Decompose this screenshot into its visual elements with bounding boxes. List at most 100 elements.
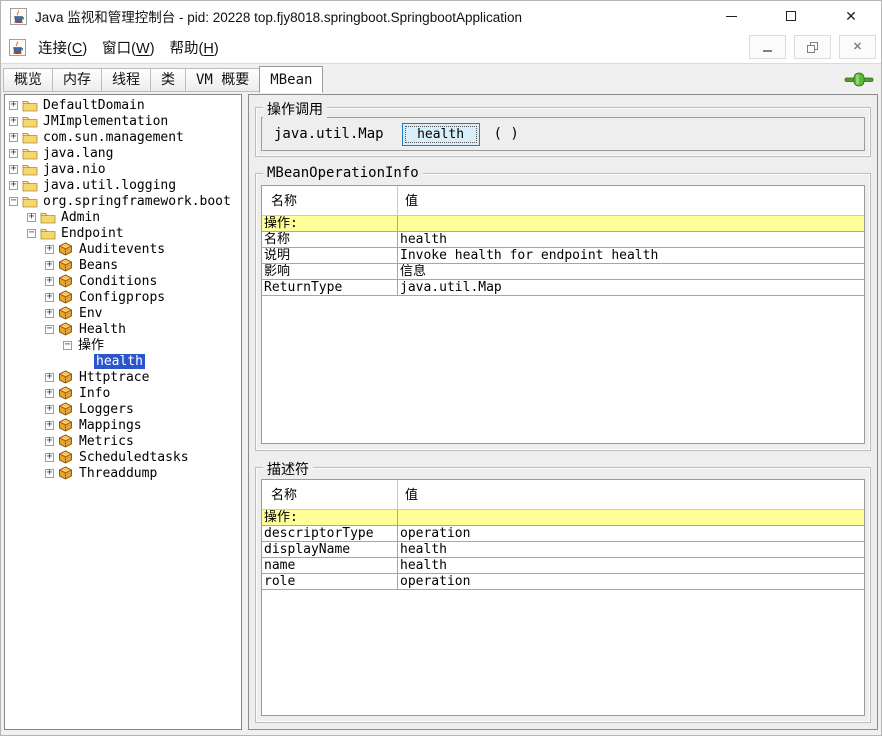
tree-node-endpoint[interactable]: −Endpoint	[5, 225, 241, 241]
tree-node-httptrace[interactable]: +Httptrace	[5, 369, 241, 385]
tree-node-mappings[interactable]: +Mappings	[5, 417, 241, 433]
tree-node-label: java.lang	[41, 146, 115, 161]
maximize-icon	[786, 11, 796, 21]
minimize-button[interactable]	[701, 1, 761, 31]
expand-icon[interactable]: +	[45, 373, 54, 382]
minimize-icon	[763, 50, 772, 52]
column-header[interactable]: 值	[398, 480, 864, 509]
tree-node-java.util.logging[interactable]: +java.util.logging	[5, 177, 241, 193]
expand-icon[interactable]: +	[45, 389, 54, 398]
table-row[interactable]: displayNamehealth	[262, 542, 864, 558]
tree-node-auditevents[interactable]: +Auditevents	[5, 241, 241, 257]
collapse-icon[interactable]: −	[45, 325, 54, 334]
table-row[interactable]: 影响信息	[262, 264, 864, 280]
mbean-icon	[58, 370, 74, 384]
collapse-icon[interactable]: −	[9, 197, 18, 206]
tree-node-metrics[interactable]: +Metrics	[5, 433, 241, 449]
tab-概览[interactable]: 概览	[3, 68, 53, 92]
tab-mbean[interactable]: MBean	[259, 66, 323, 93]
close-button[interactable]: ✕	[821, 1, 881, 31]
table-row[interactable]: namehealth	[262, 558, 864, 574]
expand-icon[interactable]: +	[9, 181, 18, 190]
expand-icon[interactable]: +	[27, 213, 36, 222]
tree-node-info[interactable]: +Info	[5, 385, 241, 401]
tab-线程[interactable]: 线程	[101, 68, 151, 92]
expand-icon[interactable]: +	[45, 469, 54, 478]
collapse-icon[interactable]: −	[63, 341, 72, 350]
table-row[interactable]: 名称health	[262, 232, 864, 248]
tree-node-org.springframework.boot[interactable]: − org.springframework.boot	[5, 193, 241, 209]
menu-item[interactable]: 连接(C)	[31, 34, 94, 61]
table-row[interactable]: ReturnTypejava.util.Map	[262, 280, 864, 296]
tree-node-label: org.springframework.boot	[41, 194, 233, 209]
expand-icon[interactable]: +	[45, 293, 54, 302]
name-cell: role	[262, 574, 398, 589]
expand-icon[interactable]: +	[45, 309, 54, 318]
value-cell: operation	[398, 526, 864, 541]
group-row[interactable]: 操作:	[262, 510, 864, 526]
expand-icon[interactable]: +	[9, 101, 18, 110]
tab-vm-概要[interactable]: VM 概要	[185, 68, 260, 92]
expand-icon[interactable]: +	[9, 165, 18, 174]
tree-node-java.lang[interactable]: + java.lang	[5, 145, 241, 161]
tree-node-loggers[interactable]: + Loggers	[5, 401, 241, 417]
table-row[interactable]: roleoperation	[262, 574, 864, 590]
mbean-icon	[58, 386, 74, 400]
tree-node-admin[interactable]: +Admin	[5, 209, 241, 225]
tree-node-java.nio[interactable]: +java.nio	[5, 161, 241, 177]
collapse-icon[interactable]: −	[27, 229, 36, 238]
expand-icon[interactable]: +	[45, 277, 54, 286]
tab-类[interactable]: 类	[150, 68, 186, 92]
tab-bar: 概览内存线程类VM 概要MBean	[1, 64, 881, 92]
tree-node-label: Loggers	[77, 402, 136, 417]
internal-minimize-button[interactable]	[749, 35, 786, 59]
tree-node-defaultdomain[interactable]: +DefaultDomain	[5, 97, 241, 113]
group-label: 操作:	[262, 510, 398, 525]
folder-icon	[22, 146, 38, 160]
folder-icon	[22, 194, 38, 208]
group-label: 操作:	[262, 216, 398, 231]
title-bar: Java 监视和管理控制台 - pid: 20228 top.fjy8018.s…	[1, 1, 881, 31]
tree-node-env[interactable]: + Env	[5, 305, 241, 321]
internal-restore-button[interactable]	[794, 35, 831, 59]
menu-item[interactable]: 帮助(H)	[163, 34, 226, 61]
mbean-icon	[58, 306, 74, 320]
menu-item[interactable]: 窗口(W)	[95, 34, 161, 61]
tree-node-conditions[interactable]: +Conditions	[5, 273, 241, 289]
name-cell: 影响	[262, 264, 398, 279]
tree-node-label: Scheduledtasks	[77, 450, 191, 465]
expand-icon[interactable]: +	[45, 421, 54, 430]
expand-icon[interactable]: +	[9, 149, 18, 158]
expand-icon[interactable]: +	[45, 453, 54, 462]
expand-icon[interactable]: +	[9, 133, 18, 142]
tree-node-health[interactable]: health	[5, 353, 241, 369]
column-header[interactable]: 名称	[262, 480, 398, 509]
tree-node-操作[interactable]: −操作	[5, 337, 241, 353]
maximize-button[interactable]	[761, 1, 821, 31]
expand-icon[interactable]: +	[45, 405, 54, 414]
tree-node-health[interactable]: −Health	[5, 321, 241, 337]
tab-内存[interactable]: 内存	[52, 68, 102, 92]
column-header[interactable]: 名称	[262, 186, 398, 215]
folder-icon	[22, 98, 38, 112]
table-row[interactable]: 说明Invoke health for endpoint health	[262, 248, 864, 264]
expand-icon[interactable]: +	[45, 437, 54, 446]
tree-node-configprops[interactable]: +Configprops	[5, 289, 241, 305]
internal-close-button[interactable]: ✕	[839, 35, 876, 59]
tree-node-jmimplementation[interactable]: +JMImplementation	[5, 113, 241, 129]
value-cell: health	[398, 542, 864, 557]
tree-node-beans[interactable]: +Beans	[5, 257, 241, 273]
column-header[interactable]: 值	[398, 186, 864, 215]
tree-node-threaddump[interactable]: +Threaddump	[5, 465, 241, 481]
expand-icon[interactable]: +	[45, 245, 54, 254]
expand-icon[interactable]: +	[45, 261, 54, 270]
table-row[interactable]: descriptorTypeoperation	[262, 526, 864, 542]
tree-node-scheduledtasks[interactable]: + Scheduledtasks	[5, 449, 241, 465]
invoke-health-button[interactable]: health	[402, 123, 480, 146]
expand-icon[interactable]: +	[9, 117, 18, 126]
mbean-icon	[58, 274, 74, 288]
group-row[interactable]: 操作:	[262, 216, 864, 232]
tree-node-label: Env	[77, 306, 104, 321]
tree-node-com.sun.management[interactable]: +com.sun.management	[5, 129, 241, 145]
return-type-label: java.util.Map	[274, 126, 384, 142]
